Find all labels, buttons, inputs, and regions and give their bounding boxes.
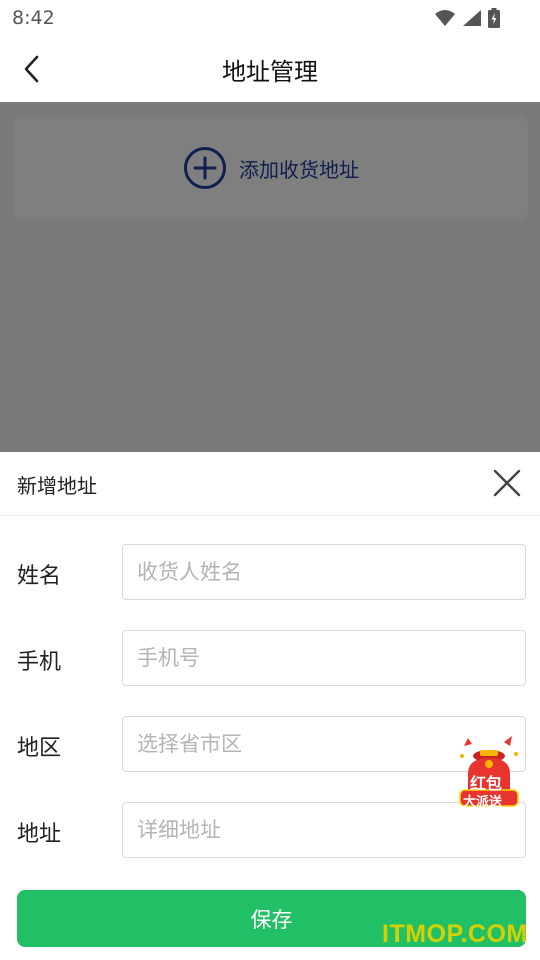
phone-row: 手机	[0, 630, 540, 686]
phone-label: 手机	[17, 650, 62, 675]
status-icons	[434, 7, 500, 29]
address-input[interactable]	[122, 802, 526, 858]
app-bar: 地址管理	[0, 36, 540, 102]
page-title: 地址管理	[222, 58, 318, 86]
battery-charging-icon	[488, 8, 500, 28]
status-bar: 8:42	[0, 0, 540, 36]
close-icon	[493, 469, 521, 497]
promo-line2: 大派送	[463, 795, 503, 810]
signal-icon	[463, 10, 481, 26]
modal-backdrop[interactable]	[0, 102, 540, 452]
name-input[interactable]	[122, 544, 526, 600]
region-label: 地区	[17, 736, 62, 761]
name-row: 姓名	[0, 544, 540, 600]
close-button[interactable]	[490, 466, 524, 500]
phone-input[interactable]	[122, 630, 526, 686]
red-packet-promo[interactable]: 红包 大派送	[456, 734, 522, 810]
sheet-header: 新增地址	[0, 452, 540, 516]
new-address-sheet: 新增地址 姓名 手机 地区 地址 保存	[0, 452, 540, 960]
name-label: 姓名	[17, 564, 62, 589]
sheet-title: 新增地址	[17, 474, 97, 498]
address-label: 地址	[17, 822, 62, 847]
watermark: ITMOP.COM	[382, 920, 528, 948]
wifi-icon	[435, 10, 455, 26]
address-row: 地址	[0, 802, 540, 858]
status-time: 8:42	[12, 7, 55, 29]
